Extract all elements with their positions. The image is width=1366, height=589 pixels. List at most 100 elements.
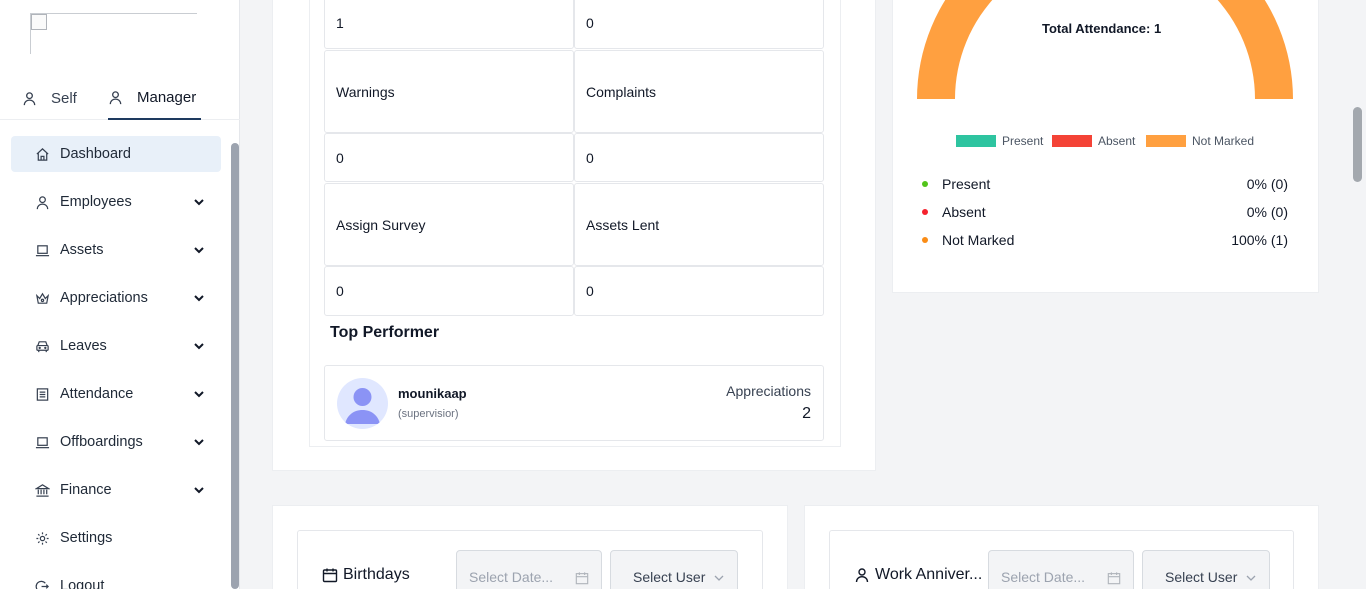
laptop-icon	[35, 244, 50, 256]
sidebar-item-label: Attendance	[60, 386, 134, 402]
chevron-down-icon	[194, 295, 204, 302]
stat-label-cell: Warnings	[324, 50, 574, 133]
sidebar-item-offboardings[interactable]: Offboardings	[11, 424, 221, 460]
legend-absent[interactable]: Absent	[1052, 133, 1135, 149]
page-scrollbar[interactable]	[1353, 107, 1362, 182]
user-icon	[23, 91, 36, 105]
stat-value-cell: 0	[324, 266, 574, 316]
sidebar-item-assets[interactable]: Assets	[11, 232, 221, 268]
date-placeholder: Select Date...	[1001, 569, 1086, 585]
chevron-down-icon	[194, 343, 204, 350]
appreciations-label: Appreciations	[726, 383, 811, 399]
stat-label: Not Marked	[942, 232, 1015, 248]
birthday-date-picker[interactable]: Select Date...	[456, 550, 602, 589]
stat-value-cell: 0	[574, 266, 824, 316]
anniversary-date-picker[interactable]: Select Date...	[988, 550, 1134, 589]
performer-role: (supervisior)	[398, 408, 459, 420]
status-dot	[922, 237, 928, 243]
sidebar-item-appreciations[interactable]: Appreciations	[11, 280, 221, 316]
stat-label: Absent	[942, 204, 986, 220]
select-user-label: Select User	[633, 569, 706, 585]
company-logo	[30, 13, 197, 54]
stat-value: 0% (0)	[1246, 176, 1288, 192]
warnings-value: 0	[336, 149, 344, 166]
user-icon	[855, 568, 869, 583]
performer-name: mounikaap	[398, 386, 467, 401]
legend-swatch	[1146, 135, 1186, 147]
laptop-icon	[35, 436, 50, 448]
sidebar-nav: Dashboard Employees Assets Appreciations…	[11, 136, 221, 589]
sidebar-item-dashboard[interactable]: Dashboard	[11, 136, 221, 172]
chevron-down-icon	[1246, 575, 1256, 581]
complaints-value: 0	[586, 149, 594, 166]
person-icon	[345, 388, 380, 424]
sidebar-item-label: Leaves	[60, 338, 107, 354]
status-dot	[922, 209, 928, 215]
sidebar-item-settings[interactable]: Settings	[11, 520, 221, 556]
legend-present[interactable]: Present	[956, 133, 1043, 149]
complaints-label: Complaints	[586, 83, 657, 100]
legend-label: Present	[1002, 134, 1044, 148]
sidebar-item-label: Appreciations	[60, 290, 148, 306]
stat-value-cell: 0	[574, 0, 824, 49]
stat-value-cell: 1	[324, 0, 574, 49]
attendance-stat-present: Present 0% (0)	[922, 174, 1288, 194]
sidebar: Self Manager Dashboard Employees Assets …	[0, 0, 240, 589]
calendar-icon	[322, 568, 338, 583]
bank-icon	[35, 483, 50, 497]
assets-lent-value: 0	[586, 283, 594, 299]
broken-image-icon	[31, 14, 47, 30]
top-performer-card[interactable]: mounikaap (supervisior) Appreciations 2	[324, 365, 824, 441]
birthdays-title: Birthdays	[322, 566, 410, 584]
sidebar-item-label: Settings	[60, 530, 113, 546]
assign-survey-label: Assign Survey	[336, 216, 426, 233]
list-icon	[36, 387, 49, 401]
top-performer-title: Top Performer	[330, 324, 440, 341]
sidebar-item-label: Dashboard	[60, 146, 131, 162]
tab-manager-label: Manager	[137, 88, 197, 106]
tab-self[interactable]: Self	[22, 76, 77, 120]
anniversary-user-select[interactable]: Select User	[1142, 550, 1270, 589]
user-icon	[109, 90, 122, 104]
stat-value-cell: 0	[574, 133, 824, 182]
gauge-segment-not-marked	[917, 0, 1293, 99]
sidebar-item-leaves[interactable]: Leaves	[11, 328, 221, 364]
legend-not-marked[interactable]: Not Marked	[1146, 133, 1254, 149]
birthdays-title-text: Birthdays	[343, 566, 410, 583]
stat-value-cell: 0	[324, 133, 574, 182]
tab-self-label: Self	[51, 89, 77, 107]
stat-value: 100% (1)	[1231, 232, 1288, 248]
sidebar-item-label: Logout	[60, 578, 105, 589]
total-attendance-label: Total Attendance: 1	[1042, 21, 1162, 36]
sidebar-item-employees[interactable]: Employees	[11, 184, 221, 220]
stat-value: 0	[586, 14, 594, 31]
attendance-gauge-chart	[917, 0, 1293, 99]
attendance-stat-absent: Absent 0% (0)	[922, 202, 1288, 222]
tab-manager[interactable]: Manager	[108, 76, 202, 120]
calendar-icon	[1107, 572, 1121, 585]
logout-icon	[35, 580, 49, 589]
stat-value: 1	[336, 14, 344, 31]
sidebar-item-finance[interactable]: Finance	[11, 472, 221, 508]
birthday-user-select[interactable]: Select User	[610, 550, 738, 589]
home-icon	[36, 147, 49, 161]
legend-swatch	[1052, 135, 1092, 147]
assets-lent-label: Assets Lent	[586, 216, 660, 233]
crown-icon	[35, 292, 50, 304]
stat-label: Present	[942, 176, 991, 192]
legend-label: Absent	[1098, 134, 1136, 148]
chevron-down-icon	[194, 391, 204, 398]
date-placeholder: Select Date...	[469, 569, 554, 585]
sidebar-item-logout[interactable]: Logout	[11, 568, 221, 589]
chevron-down-icon	[194, 199, 204, 206]
calendar-icon	[575, 572, 589, 585]
sidebar-item-attendance[interactable]: Attendance	[11, 376, 221, 412]
role-tabs: Self Manager	[0, 76, 240, 120]
stat-label-cell: Assign Survey	[324, 183, 574, 266]
status-dot	[922, 181, 928, 187]
assign-survey-value: 0	[336, 283, 344, 299]
sidebar-scrollbar[interactable]	[231, 143, 239, 589]
stat-label-cell: Assets Lent	[574, 183, 824, 266]
user-icon	[36, 195, 49, 209]
attendance-stat-not-marked: Not Marked 100% (1)	[922, 230, 1288, 250]
